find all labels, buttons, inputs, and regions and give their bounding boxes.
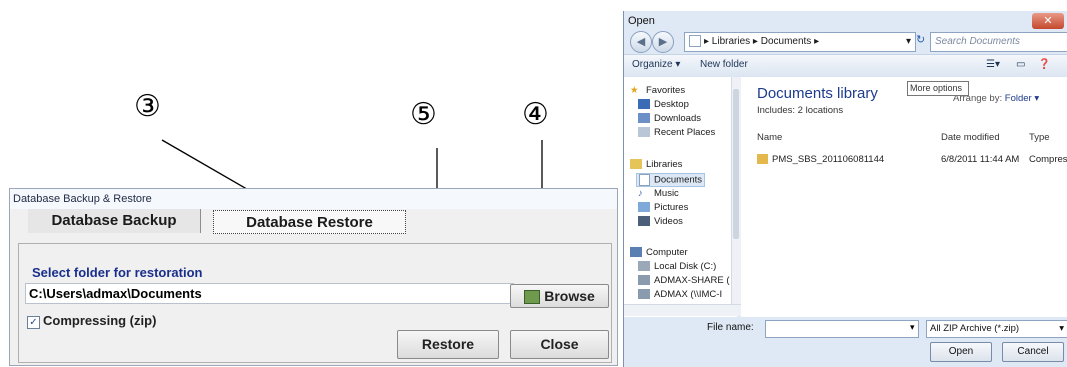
nav-vertical-scrollbar[interactable] xyxy=(731,77,741,305)
network-drive-icon xyxy=(638,275,650,286)
back-icon[interactable]: ◀ xyxy=(630,31,652,53)
browse-button[interactable]: Browse xyxy=(510,284,609,308)
open-file-dialog: Open ✕ ◀ ▶ ▸ Libraries ▸ Documents ▸ ▾ ↻… xyxy=(623,11,1067,367)
nav-admax-share[interactable]: ADMAX-SHARE ( xyxy=(638,275,729,286)
network-drive-icon xyxy=(638,289,650,300)
pictures-icon xyxy=(638,202,650,213)
annotation-step4: ④ xyxy=(522,97,549,132)
organize-button[interactable]: Organize ▾ xyxy=(632,59,680,70)
tab-database-backup[interactable]: Database Backup xyxy=(28,209,201,233)
tab-database-restore[interactable]: Database Restore xyxy=(213,210,406,234)
annotation-step5: ⑤ xyxy=(410,97,437,132)
search-input[interactable]: Search Documents xyxy=(930,32,1067,52)
nav-pictures[interactable]: Pictures xyxy=(638,202,688,213)
view-options-icon[interactable]: ☰▾ xyxy=(986,59,1000,70)
chevron-down-icon: ▾ xyxy=(1059,323,1064,334)
address-bar[interactable]: ▸ Libraries ▸ Documents ▸ ▾ xyxy=(684,32,916,52)
filename-input[interactable] xyxy=(765,320,919,338)
folder-icon xyxy=(689,35,701,48)
documents-icon xyxy=(639,174,650,186)
disk-icon xyxy=(638,261,650,272)
refresh-icon[interactable]: ↻ xyxy=(916,33,925,46)
folder-search-icon xyxy=(524,290,541,305)
tooltip: More options xyxy=(907,81,969,96)
libraries-icon xyxy=(630,159,642,170)
nav-admax[interactable]: ADMAX (\\IMC-I xyxy=(638,289,722,300)
filetype-value: All ZIP Archive (*.zip) xyxy=(930,323,1020,334)
file-type: Compresse xyxy=(1029,154,1067,165)
computer-icon xyxy=(630,247,642,258)
backup-restore-dialog: Database Backup & Restore Database Backu… xyxy=(9,188,618,366)
preview-pane-icon[interactable]: ▭ xyxy=(1016,59,1025,70)
open-button[interactable]: Open xyxy=(930,342,992,362)
breadcrumb: ▸ Libraries ▸ Documents ▸ xyxy=(704,36,820,47)
folder-path-input[interactable]: C:\Users\admax\Documents xyxy=(25,283,514,304)
nav-desktop[interactable]: Desktop xyxy=(638,99,689,110)
nav-downloads[interactable]: Downloads xyxy=(638,113,701,124)
desktop-icon xyxy=(638,99,650,110)
file-date: 6/8/2011 11:44 AM xyxy=(941,154,1020,165)
select-folder-label: Select folder for restoration xyxy=(32,265,203,280)
library-includes[interactable]: Includes: 2 locations xyxy=(757,105,843,116)
dialog-title: Database Backup & Restore xyxy=(10,189,617,209)
compress-checkbox[interactable]: ✓ xyxy=(27,316,40,329)
zip-folder-icon xyxy=(757,154,768,165)
videos-icon xyxy=(638,216,650,227)
nav-music[interactable]: ♪ Music xyxy=(638,188,679,199)
music-icon: ♪ xyxy=(638,188,643,200)
column-header-date[interactable]: Date modified xyxy=(941,132,1000,143)
toolbar: Organize ▾ New folder ☰▾ ▭ ❓ xyxy=(624,54,1067,78)
dropdown-icon[interactable]: ▾ xyxy=(906,33,911,51)
scroll-thumb[interactable] xyxy=(733,89,739,239)
close-button[interactable]: Close xyxy=(510,330,609,359)
downloads-icon xyxy=(638,113,650,124)
file-row[interactable]: PMS_SBS_201106081144 xyxy=(757,154,884,165)
arrange-by-dropdown[interactable]: Folder ▾ xyxy=(1005,93,1039,104)
nav-computer[interactable]: Computer xyxy=(630,247,688,258)
annotation-step3: ③ xyxy=(134,89,161,124)
browse-label: Browse xyxy=(544,288,595,304)
column-header-type[interactable]: Type xyxy=(1029,132,1050,143)
open-dialog-title: Open xyxy=(628,15,655,27)
star-icon: ★ xyxy=(630,85,639,97)
restore-button[interactable]: Restore xyxy=(397,330,499,359)
new-folder-button[interactable]: New folder xyxy=(700,59,748,70)
nav-favorites[interactable]: ★ Favorites xyxy=(630,85,685,96)
help-icon[interactable]: ❓ xyxy=(1038,59,1050,70)
library-title: Documents library xyxy=(757,85,878,102)
file-name: PMS_SBS_201106081144 xyxy=(772,154,885,165)
nav-recent-places[interactable]: Recent Places xyxy=(638,127,715,138)
compress-label: Compressing (zip) xyxy=(43,313,157,328)
file-list-pane: Documents library Includes: 2 locations … xyxy=(741,77,1067,317)
nav-documents[interactable]: Documents xyxy=(636,173,706,187)
filename-label: File name: xyxy=(707,322,754,333)
recent-places-icon xyxy=(638,127,650,138)
cancel-button[interactable]: Cancel xyxy=(1002,342,1064,362)
close-icon[interactable]: ✕ xyxy=(1032,13,1064,29)
column-header-name[interactable]: Name xyxy=(757,132,782,143)
filename-dropdown-icon[interactable]: ▾ xyxy=(910,322,915,333)
filetype-select[interactable]: All ZIP Archive (*.zip) ▾ xyxy=(926,320,1067,338)
navigation-pane: ★ Favorites Desktop Downloads Recent Plac… xyxy=(624,77,737,317)
nav-videos[interactable]: Videos xyxy=(638,216,683,227)
forward-icon[interactable]: ▶ xyxy=(652,31,674,53)
nav-libraries[interactable]: Libraries xyxy=(630,159,682,170)
nav-local-disk[interactable]: Local Disk (C:) xyxy=(638,261,716,272)
